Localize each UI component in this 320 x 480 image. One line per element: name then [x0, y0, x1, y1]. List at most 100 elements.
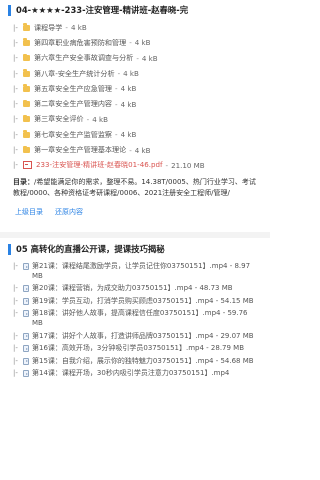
- tree-prefix: |-: [13, 284, 18, 293]
- separator: -: [86, 114, 90, 124]
- separator: -: [129, 145, 132, 155]
- tree-prefix: |-: [13, 38, 18, 47]
- file-size: 21.10 MB: [171, 160, 205, 170]
- folder-icon: [23, 38, 30, 46]
- folder-icon: [23, 99, 30, 108]
- video-file-name: 第15课：自我介绍，展示你的独特魅力03750151】.mp4 - 54.68 …: [32, 356, 254, 365]
- video-file-icon: [23, 285, 29, 293]
- directory-description: 目录：/希望能满足你的需求，整理不易。14.38T/0005、热门行业学习、考试…: [4, 173, 266, 199]
- video-item[interactable]: |- 第15课：自我介绍，展示你的独特魅力03750151】.mp4 - 54.6…: [13, 357, 260, 367]
- file-size: 4 kB: [70, 23, 87, 33]
- section-title: 05 高转化的直播公开课，提课技巧揭秘: [16, 244, 165, 254]
- video-file-icon: [23, 370, 29, 378]
- file-name: 第六章生产安全事故调查与分析: [34, 53, 134, 63]
- video-item[interactable]: |- 第14课：课程开场，30秒内吸引学员注意力03750151】.mp4: [13, 369, 260, 379]
- file-name: 第三章安全评价: [34, 114, 84, 124]
- video-item[interactable]: |- 第19课：学员互动，打消学员购买顾虑03750151】.mp4 - 54.1…: [13, 297, 260, 307]
- file-size: 4 kB: [123, 69, 139, 79]
- section-header: 04-★★★★-233-注安管理-精讲班-赵春晓-完: [4, 0, 266, 20]
- file-item[interactable]: |- 第一章安全生产管理基本理论 -4 kB: [13, 142, 266, 157]
- file-name: 课程导学: [34, 22, 63, 32]
- video-file-icon: [23, 297, 29, 305]
- file-list: |- 课程导学 -4 kB |- 第四章职业病危害预防和管理 -4 kB |- 第六章生产安全…: [4, 20, 266, 173]
- file-name: 233-注安管理-精讲班-赵春晓01-46.pdf: [36, 160, 163, 170]
- file-item[interactable]: |- 233-注安管理-精讲班-赵春晓01-46.pdf -21.10 MB: [13, 158, 266, 173]
- parent-directory-button[interactable]: 上级目录: [15, 207, 43, 217]
- file-size: 4 kB: [120, 99, 137, 109]
- file-name: 第二章安全生产管理内容: [34, 99, 113, 109]
- section-title: 04-★★★★-233-注安管理-精讲班-赵春晓-完: [16, 5, 189, 15]
- video-file-name: 第14课：课程开场，30秒内吸引学员注意力03750151】.mp4: [32, 369, 230, 378]
- file-size: 4 kB: [141, 53, 158, 63]
- file-item[interactable]: |- 第四章职业病危害预防和管理 -4 kB: [13, 35, 266, 50]
- tree-prefix: |-: [13, 309, 18, 318]
- video-file-icon: [23, 332, 29, 340]
- file-item[interactable]: |- 第二章安全生产管理内容 -4 kB: [13, 96, 266, 111]
- separator: -: [65, 23, 68, 33]
- tree-prefix: |-: [13, 23, 18, 32]
- tree-prefix: |-: [13, 344, 18, 353]
- video-file-name: 第19课：学员互动，打消学员购买顾虑03750151】.mp4 - 54.15 …: [32, 296, 254, 305]
- file-name: 第七章安全生产监管监察: [34, 129, 113, 139]
- video-file-name: 第16课：高效开场，3分钟吸引学员03750151】.mp4 - 28.79 M…: [32, 344, 245, 353]
- file-item[interactable]: |- 第六章生产安全事故调查与分析 -4 kB: [13, 51, 266, 66]
- file-item[interactable]: |- 第五章安全生产应急管理 -4 kB: [13, 81, 266, 96]
- action-buttons: 上级目录 还原内容: [4, 199, 266, 217]
- file-size: 4 kB: [120, 130, 137, 140]
- folder-icon: [23, 53, 30, 62]
- file-item[interactable]: |- 第八章-安全生产统计分析 -4 kB: [13, 66, 266, 81]
- video-item[interactable]: |- 第21课：课程结尾激励学员，让学员记住你03750151】.mp4 - 8.…: [13, 262, 260, 281]
- video-file-name: 第21课：课程结尾激励学员，让学员记住你03750151】.mp4 - 8.97…: [32, 262, 251, 280]
- video-item[interactable]: |- 第20课：课程营销，为成交助力03750151】.mp4 - 48.73 M…: [13, 284, 260, 294]
- pdf-file-icon: [23, 161, 32, 170]
- tree-prefix: |-: [13, 296, 18, 305]
- video-file-name: 第20课：课程营销，为成交助力03750151】.mp4 - 48.73 MB: [32, 284, 233, 293]
- separator: -: [136, 53, 139, 63]
- accent-bar: [8, 4, 11, 16]
- video-file-icon: [23, 357, 29, 365]
- video-file-icon: [23, 263, 29, 270]
- tree-prefix: |-: [13, 115, 18, 124]
- tree-prefix: |-: [13, 84, 18, 93]
- tree-prefix: |-: [13, 100, 18, 109]
- separator: -: [117, 69, 121, 79]
- file-name: 第一章安全生产管理基本理论: [34, 145, 127, 155]
- video-file-icon: [23, 345, 29, 353]
- video-file-icon: [23, 310, 29, 318]
- tree-prefix: |-: [13, 161, 18, 170]
- file-item[interactable]: |- 第三章安全评价 -4 kB: [13, 112, 266, 127]
- file-size: 4 kB: [92, 114, 108, 124]
- tree-prefix: |-: [13, 69, 18, 78]
- separator: -: [129, 38, 132, 48]
- folder-icon: [23, 69, 30, 77]
- video-file-name: 第17课：讲好个人故事，打造讲师品牌03750151】.mp4 - 29.07 …: [32, 331, 254, 340]
- tree-prefix: |-: [13, 54, 18, 63]
- separator: -: [115, 84, 118, 94]
- file-name: 第八章-安全生产统计分析: [34, 68, 115, 78]
- separator: -: [115, 130, 118, 140]
- restore-content-button[interactable]: 还原内容: [55, 207, 83, 217]
- accent-bar: [8, 243, 11, 255]
- file-item[interactable]: |- 课程导学 -4 kB: [13, 20, 266, 35]
- video-item[interactable]: |- 第16课：高效开场，3分钟吸引学员03750151】.mp4 - 28.79…: [13, 344, 260, 354]
- video-file-name: 第18课：讲好他人故事，提高课程信任度03750151】.mp4 - 59.76…: [32, 309, 248, 327]
- separator: -: [165, 160, 169, 170]
- file-size: 4 kB: [120, 84, 137, 94]
- file-size: 4 kB: [134, 145, 151, 155]
- tree-prefix: |-: [13, 146, 18, 155]
- video-list: |- 第21课：课程结尾激励学员，让学员记住你03750151】.mp4 - 8.…: [4, 260, 266, 379]
- section-card-04: 04-★★★★-233-注安管理-精讲班-赵春晓-完 |- 课程导学 -4 kB |-…: [4, 0, 266, 232]
- file-item[interactable]: |- 第七章安全生产监管监察 -4 kB: [13, 127, 266, 142]
- tree-prefix: |-: [13, 130, 18, 139]
- desc-label: 目录：: [13, 177, 34, 186]
- video-item[interactable]: |- 第18课：讲好他人故事，提高课程信任度03750151】.mp4 - 59.…: [13, 309, 260, 328]
- file-name: 第五章安全生产应急管理: [34, 83, 113, 93]
- folder-icon: [23, 114, 30, 123]
- file-name: 第四章职业病危害预防和管理: [34, 37, 127, 47]
- folder-icon: [23, 23, 30, 31]
- tree-prefix: |-: [13, 331, 18, 340]
- tree-prefix: |-: [13, 356, 18, 365]
- tree-prefix: |-: [13, 262, 18, 270]
- video-item[interactable]: |- 第17课：讲好个人故事，打造讲师品牌03750151】.mp4 - 29.0…: [13, 332, 260, 342]
- file-size: 4 kB: [134, 38, 151, 48]
